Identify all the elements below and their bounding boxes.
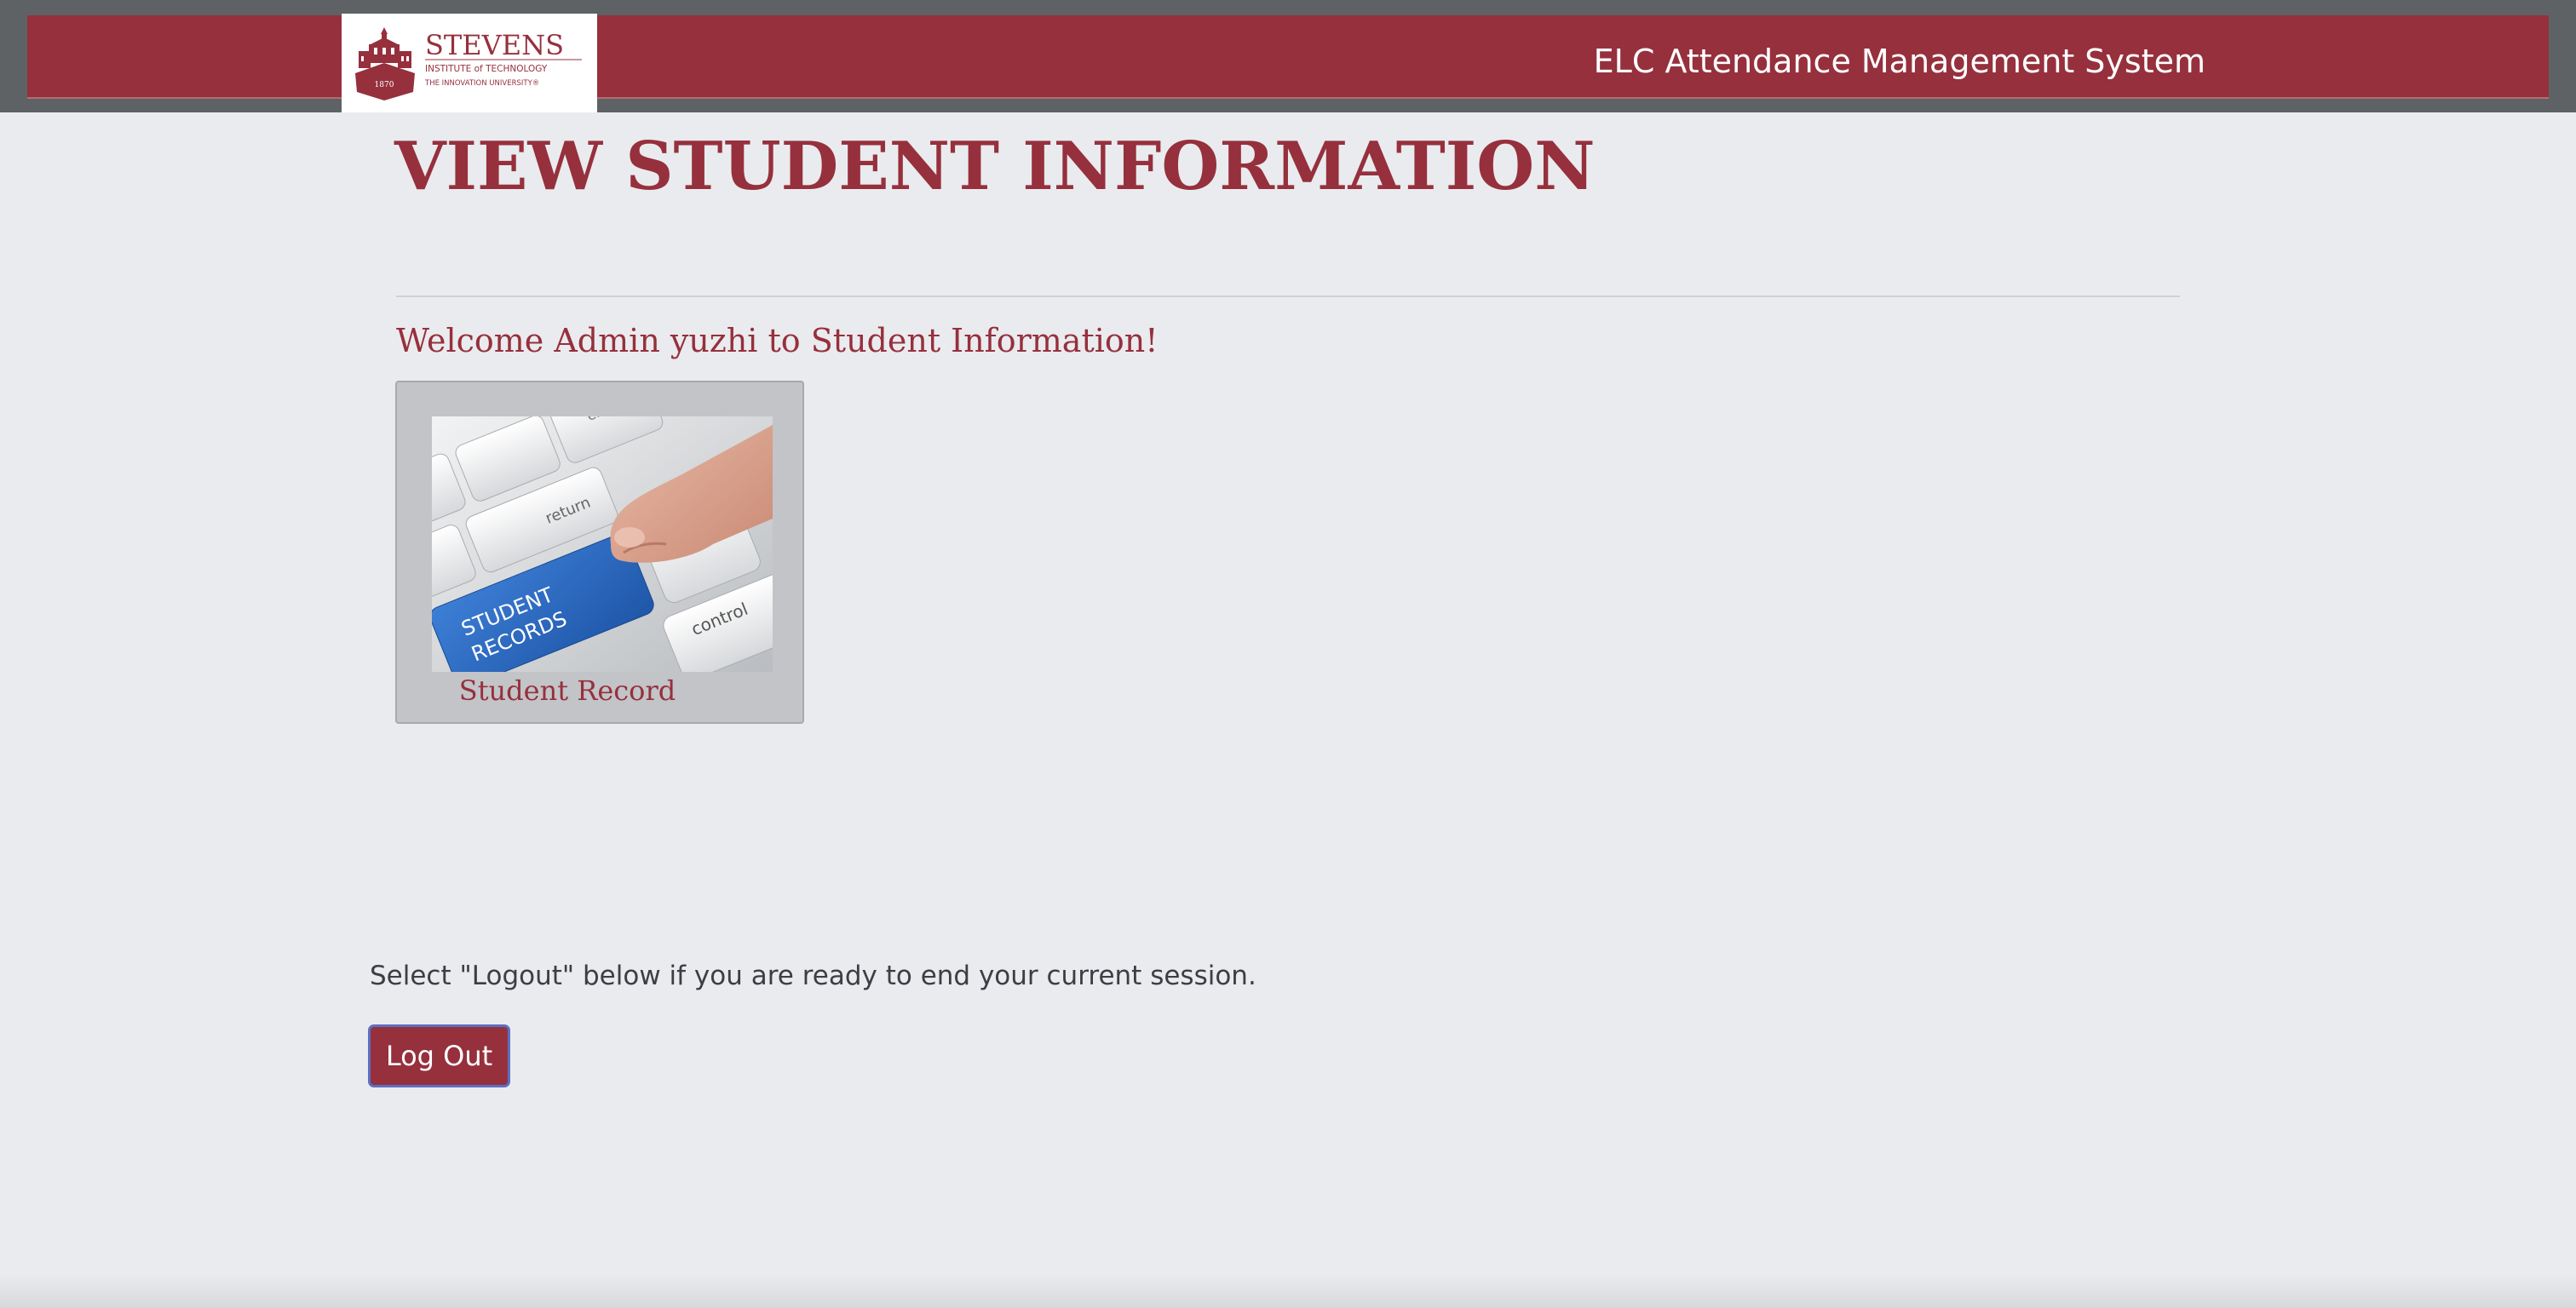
section-divider [396,295,2180,297]
app-title: ELC Attendance Management System [1593,43,2205,80]
bottom-edge-shadow [0,1274,2576,1308]
logo-year: 1870 [375,81,394,89]
logout-prompt: Select "Logout" below if you are ready t… [370,961,1256,991]
student-record-link[interactable]: Student Record [397,674,738,707]
logout-button[interactable]: Log Out [368,1024,510,1087]
student-records-image[interactable]: return enter STUDENT RECORDS alt control [432,416,773,672]
welcome-message: Welcome Admin yuzhi to Student Informati… [396,322,1159,359]
logo-subtitle: INSTITUTE of TECHNOLOGY [425,64,548,74]
logo-tagline: THE INNOVATION UNIVERSITY® [424,79,539,88]
keyboard-photo: return enter STUDENT RECORDS alt control [432,416,773,672]
stevens-logo[interactable]: 1870 STEVENS INSTITUTE of TECHNOLOGY THE… [342,14,597,112]
page-title: VIEW STUDENT INFORMATION [394,128,1596,205]
logo-wordmark: STEVENS [425,29,564,61]
student-record-card[interactable]: return enter STUDENT RECORDS alt control… [395,381,804,724]
stevens-seal-icon: 1870 STEVENS INSTITUTE of TECHNOLOGY THE… [355,27,582,100]
